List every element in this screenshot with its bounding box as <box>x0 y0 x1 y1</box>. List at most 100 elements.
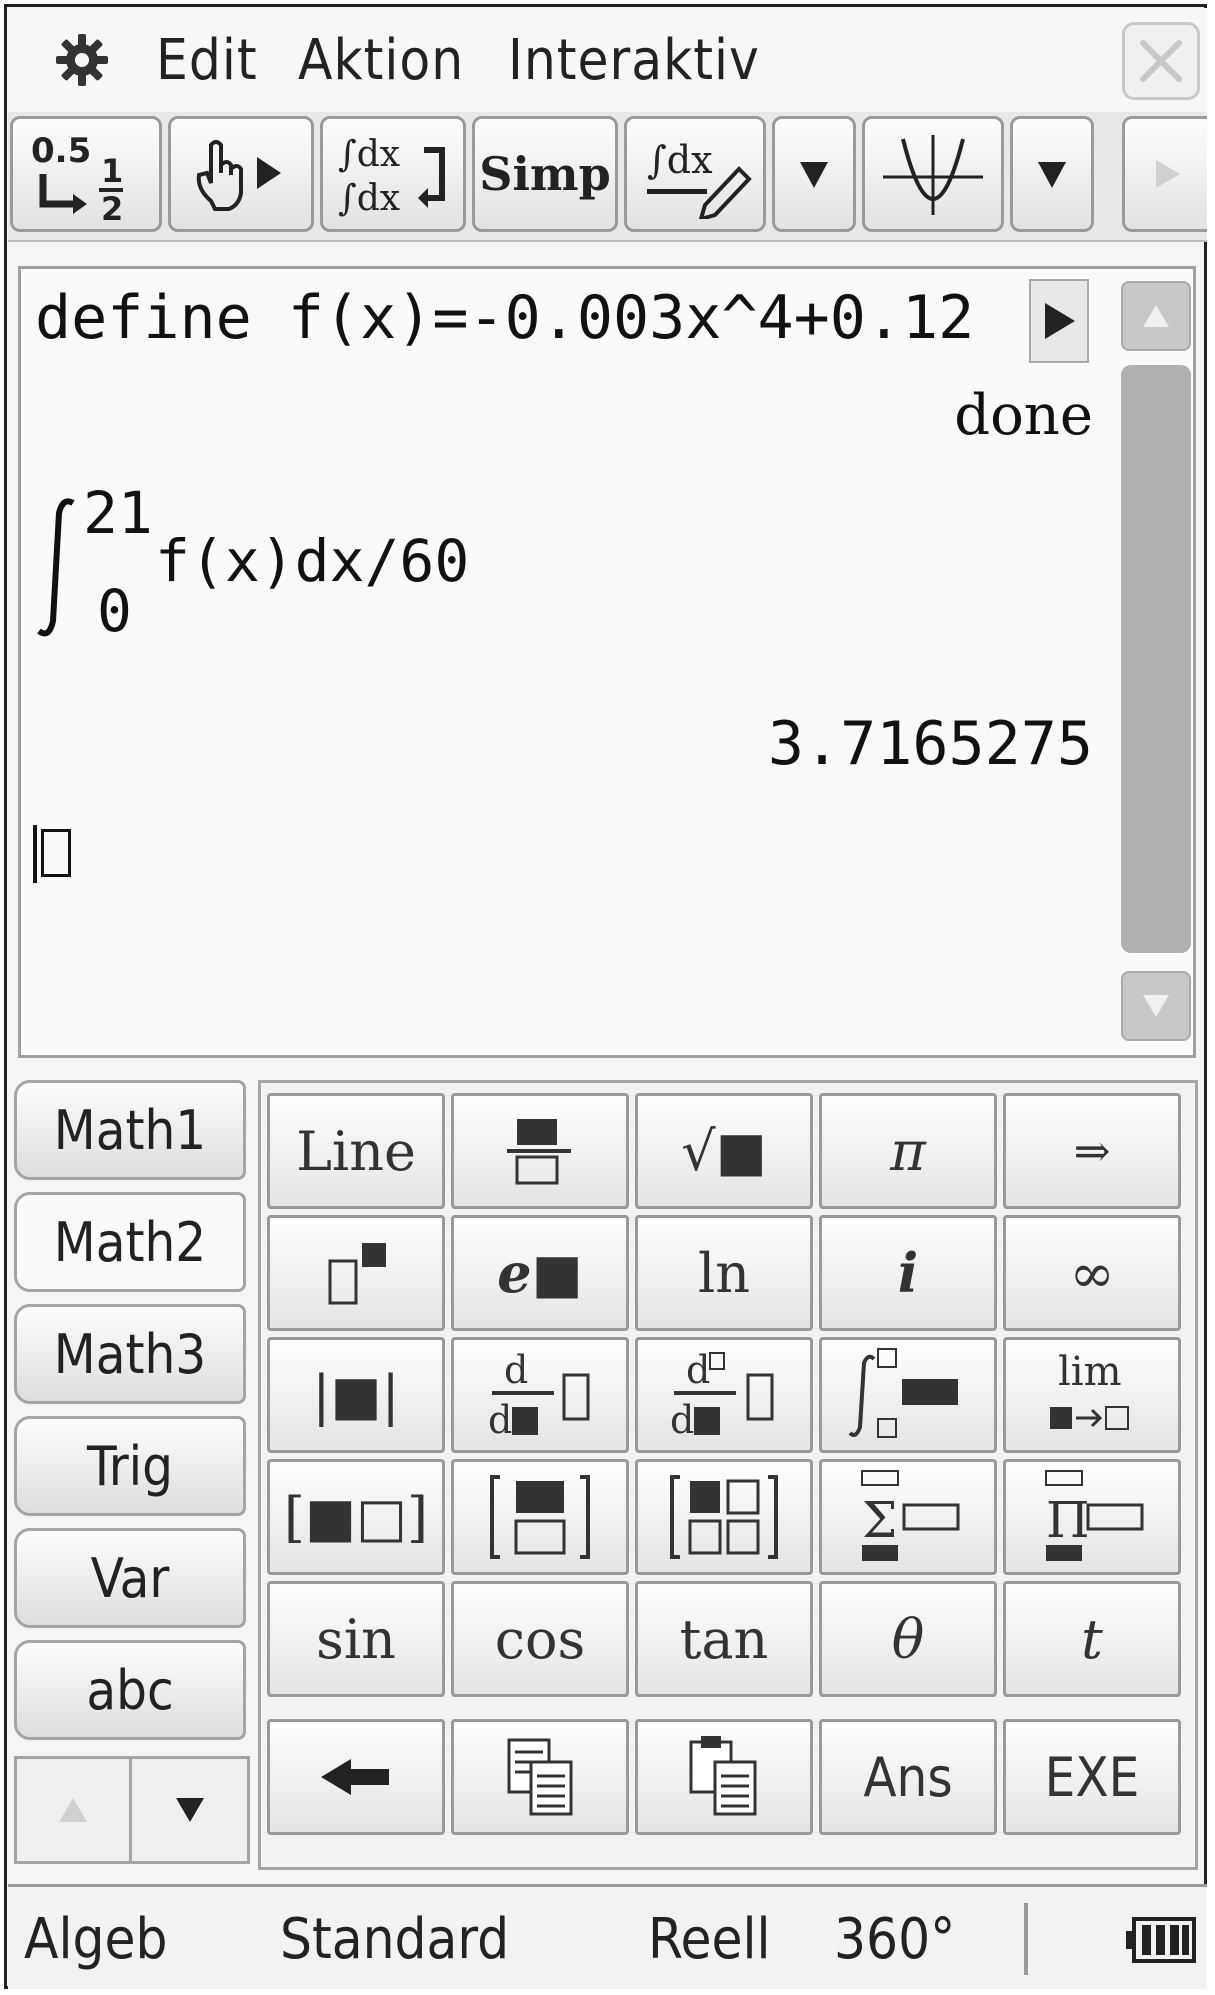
close-button[interactable] <box>1122 22 1200 100</box>
key-abs[interactable]: |■| <box>267 1337 445 1453</box>
input-line-define[interactable]: define f(x)=-0.003x^4+0.12 <box>35 283 974 353</box>
integral-expression[interactable]: 21 0 f(x)dx/60 <box>33 479 553 647</box>
key-cos[interactable]: cos <box>451 1581 629 1697</box>
simp-button[interactable]: Simp <box>472 116 618 232</box>
key-backspace[interactable] <box>267 1719 445 1835</box>
key-copy[interactable] <box>451 1719 629 1835</box>
key-line[interactable]: Line <box>267 1093 445 1209</box>
key-limit[interactable]: lim <box>1003 1337 1181 1453</box>
key-paste[interactable] <box>635 1719 813 1835</box>
key-ans[interactable]: Ans <box>819 1719 997 1835</box>
matrix-2x1-icon <box>490 1475 590 1559</box>
status-mode[interactable]: Algeb <box>24 1907 167 1972</box>
menu-bar: Edit Aktion Interaktiv <box>8 8 1207 112</box>
hand-pointer-icon <box>196 140 281 211</box>
tab-scroll-up-button[interactable] <box>17 1759 132 1861</box>
derivative-icon: d d <box>488 1348 590 1442</box>
sum-symbol: Σ <box>862 1491 897 1549</box>
integral-stack-icon: ∫dx ∫dx <box>338 134 445 219</box>
vertical-scrollbar[interactable] <box>1121 281 1191 1051</box>
key-pi[interactable]: π <box>819 1093 997 1209</box>
key-second-derivative[interactable]: d d <box>635 1337 813 1453</box>
integral-template-icon <box>848 1348 958 1438</box>
key-definite-integral[interactable] <box>819 1337 997 1453</box>
svg-text:∫dx: ∫dx <box>647 138 713 182</box>
triangle-down-icon <box>1143 995 1169 1017</box>
decimal-fraction-button[interactable]: 0.5 1 2 <box>10 116 162 232</box>
menu-edit[interactable]: Edit <box>156 28 258 93</box>
status-number[interactable]: Reell <box>648 1907 771 1972</box>
menu-interaktiv[interactable]: Interaktiv <box>508 28 760 93</box>
menu-aktion[interactable]: Aktion <box>298 28 464 93</box>
key-sum[interactable]: Σ <box>819 1459 997 1575</box>
integral-pen-button[interactable]: ∫dx <box>624 116 766 232</box>
key-exe[interactable]: EXE <box>1003 1719 1181 1835</box>
output-result: 3.7165275 <box>767 709 1093 779</box>
key-vector[interactable]: [■□] <box>267 1459 445 1575</box>
key-power[interactable] <box>267 1215 445 1331</box>
graph-parabola-icon <box>883 135 983 215</box>
key-fraction[interactable] <box>451 1093 629 1209</box>
triangle-down-icon <box>1038 162 1066 188</box>
svg-text:∫dx: ∫dx <box>338 178 400 219</box>
key-tan[interactable]: tan <box>635 1581 813 1697</box>
toolbar-more-button[interactable] <box>1122 116 1207 232</box>
key-implies[interactable]: ⇒ <box>1003 1093 1181 1209</box>
line-scroll-right-button[interactable] <box>1029 279 1089 363</box>
empty-input-box[interactable] <box>41 829 71 877</box>
dropdown-button-1[interactable] <box>772 116 856 232</box>
tab-var[interactable]: Var <box>14 1528 246 1628</box>
key-sin[interactable]: sin <box>267 1581 445 1697</box>
graph-button[interactable] <box>862 116 1004 232</box>
sum-icon: Σ <box>861 1470 960 1561</box>
hand-drag-button[interactable] <box>168 116 314 232</box>
integral-upper-limit: 21 <box>83 479 153 547</box>
keyboard-tabs: Math1 Math2 Math3 Trig Var abc <box>14 1080 250 1870</box>
decimal-fraction-icon: 0.5 1 2 <box>31 131 123 224</box>
key-infinity[interactable]: ∞ <box>1003 1215 1181 1331</box>
integral-pen-icon: ∫dx <box>647 138 752 219</box>
scroll-thumb[interactable] <box>1121 365 1191 953</box>
triangle-right-icon <box>1156 160 1180 188</box>
svg-text:∫dx: ∫dx <box>338 134 400 175</box>
key-derivative[interactable]: d d <box>451 1337 629 1453</box>
key-ln[interactable]: ln <box>635 1215 813 1331</box>
key-product[interactable]: Π <box>1003 1459 1181 1575</box>
status-angle[interactable]: 360° <box>834 1907 955 1972</box>
scroll-down-button[interactable] <box>1121 971 1191 1041</box>
matrix-2x2-icon <box>670 1475 778 1559</box>
svg-text:d: d <box>488 1398 512 1442</box>
integral-edit-button[interactable]: ∫dx ∫dx <box>320 116 466 232</box>
main-work-area[interactable]: define f(x)=-0.003x^4+0.12 done 21 0 f(x… <box>18 266 1196 1058</box>
limit-icon: lim <box>1050 1349 1129 1430</box>
dropdown-button-2[interactable] <box>1010 116 1094 232</box>
gear-icon[interactable] <box>52 30 112 90</box>
tab-math3[interactable]: Math3 <box>14 1304 246 1404</box>
paste-icon <box>689 1736 757 1816</box>
status-divider <box>1024 1903 1028 1975</box>
scroll-up-button[interactable] <box>1121 281 1191 351</box>
key-matrix-2x1[interactable] <box>451 1459 629 1575</box>
tab-abc[interactable]: abc <box>14 1640 246 1740</box>
tab-scroll-down-button[interactable] <box>132 1759 247 1861</box>
tab-trig[interactable]: Trig <box>14 1416 246 1516</box>
integral-lower-limit: 0 <box>97 577 132 645</box>
key-theta[interactable]: θ <box>819 1581 997 1697</box>
decimal-label: 0.5 <box>31 131 91 171</box>
key-t[interactable]: t <box>1003 1581 1181 1697</box>
svg-text:d: d <box>670 1398 694 1442</box>
status-format[interactable]: Standard <box>280 1907 509 1972</box>
tab-math2[interactable]: Math2 <box>14 1192 246 1292</box>
power-icon <box>328 1243 386 1305</box>
tab-math1[interactable]: Math1 <box>14 1080 246 1180</box>
key-matrix-2x2[interactable] <box>635 1459 813 1575</box>
second-derivative-icon: d d <box>670 1348 774 1442</box>
triangle-down-icon <box>800 162 828 188</box>
key-exp[interactable]: e■ <box>451 1215 629 1331</box>
triangle-up-icon <box>59 1798 87 1822</box>
text-cursor <box>33 825 37 883</box>
copy-icon <box>507 1738 573 1816</box>
product-symbol: Π <box>1046 1491 1090 1549</box>
key-sqrt[interactable]: √■ <box>635 1093 813 1209</box>
key-i[interactable]: i <box>819 1215 997 1331</box>
